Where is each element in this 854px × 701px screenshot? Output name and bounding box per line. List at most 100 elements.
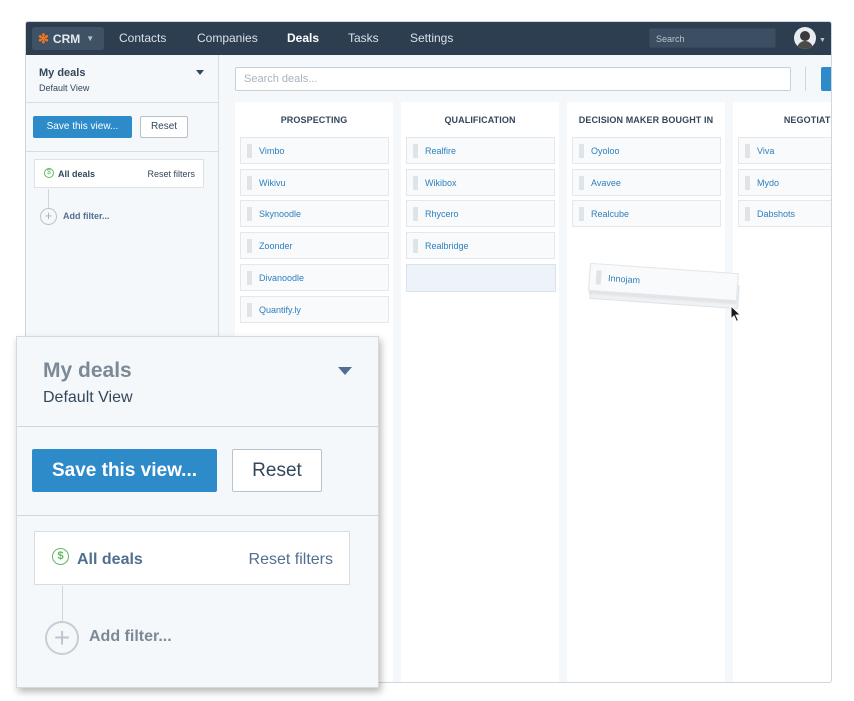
drag-handle-icon[interactable]	[247, 302, 252, 317]
column-header: QUALIFICATION	[444, 115, 516, 125]
deal-card[interactable]: Wikibox	[406, 168, 555, 196]
create-deal-button[interactable]	[821, 67, 831, 91]
deal-card[interactable]: Divanoodle	[240, 263, 389, 291]
deal-name[interactable]: Zoonder	[259, 241, 293, 251]
view-subtitle: Default View	[43, 389, 133, 406]
sprocket-logo-icon: ✻	[38, 30, 49, 46]
deal-card[interactable]: Viva	[738, 137, 831, 164]
save-view-button[interactable]: Save this view...	[33, 116, 132, 138]
drag-handle-icon[interactable]	[413, 144, 418, 158]
deal-card[interactable]: Vimbo	[240, 137, 389, 164]
deal-stage-column: NEGOTIATIO Viva Mydo Dabshots	[733, 102, 831, 682]
crm-menu-button[interactable]: ✻ CRM ▼	[32, 27, 104, 50]
deal-card[interactable]: Wikivu	[240, 168, 389, 196]
reset-button[interactable]: Reset	[232, 449, 322, 492]
deal-name[interactable]: Divanoodle	[259, 273, 304, 283]
drag-handle-icon[interactable]	[579, 175, 584, 190]
drag-handle-icon[interactable]	[247, 270, 252, 285]
drag-handle-icon[interactable]	[595, 270, 602, 285]
drop-placeholder[interactable]	[406, 264, 556, 292]
drag-handle-icon[interactable]	[745, 144, 750, 158]
deal-name[interactable]: Dabshots	[757, 209, 795, 219]
deal-name[interactable]: Realcube	[591, 209, 629, 219]
deal-name[interactable]: Avavee	[591, 178, 621, 188]
deal-name[interactable]: Realfire	[425, 146, 456, 156]
deal-name[interactable]: Skynoodle	[259, 209, 301, 219]
nav-tasks[interactable]: Tasks	[348, 31, 379, 45]
mouse-cursor-icon	[730, 305, 742, 323]
deal-card[interactable]: Realcube	[572, 200, 721, 228]
all-deals-filter[interactable]: $ All deals Reset filters	[34, 531, 350, 585]
deal-card[interactable]: Avavee	[572, 168, 721, 196]
drag-handle-icon[interactable]	[247, 207, 252, 222]
divider	[805, 67, 806, 91]
caret-down-icon[interactable]	[196, 70, 204, 75]
view-title[interactable]: My deals	[43, 359, 132, 383]
deal-name[interactable]: Rhycero	[425, 209, 459, 219]
deal-card[interactable]: Mydo	[738, 168, 831, 196]
nav-settings[interactable]: Settings	[410, 31, 453, 45]
view-subtitle: Default View	[39, 83, 90, 93]
avatar-head	[800, 31, 810, 41]
top-navigation-bar: ✻ CRM ▼ Contacts Companies Deals Tasks S…	[26, 22, 831, 55]
deal-name[interactable]: Oyoloo	[591, 146, 620, 156]
drag-handle-icon[interactable]	[247, 144, 252, 158]
column-header: DECISION MAKER BOUGHT IN	[578, 115, 714, 125]
drag-handle-icon[interactable]	[413, 207, 418, 222]
drag-handle-icon[interactable]	[745, 207, 750, 222]
drag-handle-icon[interactable]	[247, 239, 252, 254]
view-title[interactable]: My deals	[39, 67, 85, 79]
deal-search-input[interactable]: Search deals...	[235, 67, 791, 91]
deal-card[interactable]: Zoonder	[240, 232, 389, 260]
save-view-button[interactable]: Save this view...	[32, 449, 217, 492]
deal-stage-column: DECISION MAKER BOUGHT IN Oyoloo Avavee Real…	[567, 102, 725, 682]
avatar-body	[797, 41, 813, 49]
add-circle-icon[interactable]: +	[40, 208, 57, 225]
nav-contacts[interactable]: Contacts	[119, 31, 166, 45]
chevron-down-icon: ▼	[86, 34, 95, 43]
drag-handle-icon[interactable]	[579, 207, 584, 222]
nav-deals[interactable]: Deals	[287, 31, 319, 45]
add-filter-link[interactable]: Add filter...	[63, 211, 110, 221]
connector-line	[48, 189, 49, 209]
zoomed-filter-panel: My deals Default View Save this view... …	[16, 336, 379, 688]
deal-card[interactable]: Realbridge	[406, 232, 555, 260]
deal-name[interactable]: Realbridge	[425, 241, 469, 251]
add-filter-link[interactable]: Add filter...	[89, 628, 172, 646]
caret-down-icon[interactable]	[338, 367, 352, 375]
reset-filters-link[interactable]: Reset filters	[147, 169, 195, 179]
chevron-down-icon[interactable]: ▼	[819, 37, 826, 44]
drag-handle-icon[interactable]	[579, 144, 584, 158]
all-deals-filter[interactable]: $ All deals Reset filters	[34, 159, 204, 188]
deal-name[interactable]: Wikivu	[259, 178, 286, 188]
crm-label: CRM	[52, 31, 81, 46]
reset-button[interactable]: Reset	[140, 116, 188, 138]
reset-filters-link[interactable]: Reset filters	[249, 551, 333, 569]
global-search-input[interactable]: Search	[649, 28, 776, 48]
filter-label: All deals	[77, 551, 143, 568]
deal-card[interactable]: Dabshots	[738, 200, 831, 228]
divider	[26, 102, 219, 103]
drag-handle-icon[interactable]	[413, 175, 418, 190]
deal-card[interactable]: Quantify.ly	[240, 295, 389, 323]
deal-name[interactable]: Viva	[757, 146, 774, 156]
drag-handle-icon[interactable]	[247, 175, 252, 190]
deal-name[interactable]: Quantify.ly	[259, 305, 301, 315]
add-circle-icon[interactable]: +	[45, 621, 79, 655]
user-avatar[interactable]	[794, 27, 816, 49]
deal-stage-column: QUALIFICATION Realfire Wikibox Rhycero Realb…	[401, 102, 559, 682]
drag-handle-icon[interactable]	[413, 239, 418, 254]
divider	[17, 515, 378, 516]
deal-card[interactable]: Oyoloo	[572, 137, 721, 164]
nav-companies[interactable]: Companies	[197, 31, 258, 45]
drag-handle-icon[interactable]	[745, 175, 750, 190]
deal-name[interactable]: Vimbo	[259, 146, 284, 156]
deal-name[interactable]: Wikibox	[425, 178, 457, 188]
deal-card[interactable]: Rhycero	[406, 200, 555, 228]
column-header: PROSPECTING	[280, 115, 348, 125]
filter-label: All deals	[58, 169, 96, 179]
deal-name[interactable]: Mydo	[757, 178, 779, 188]
dollar-icon: $	[52, 548, 69, 565]
deal-card[interactable]: Realfire	[406, 137, 555, 164]
deal-card[interactable]: Skynoodle	[240, 200, 389, 228]
